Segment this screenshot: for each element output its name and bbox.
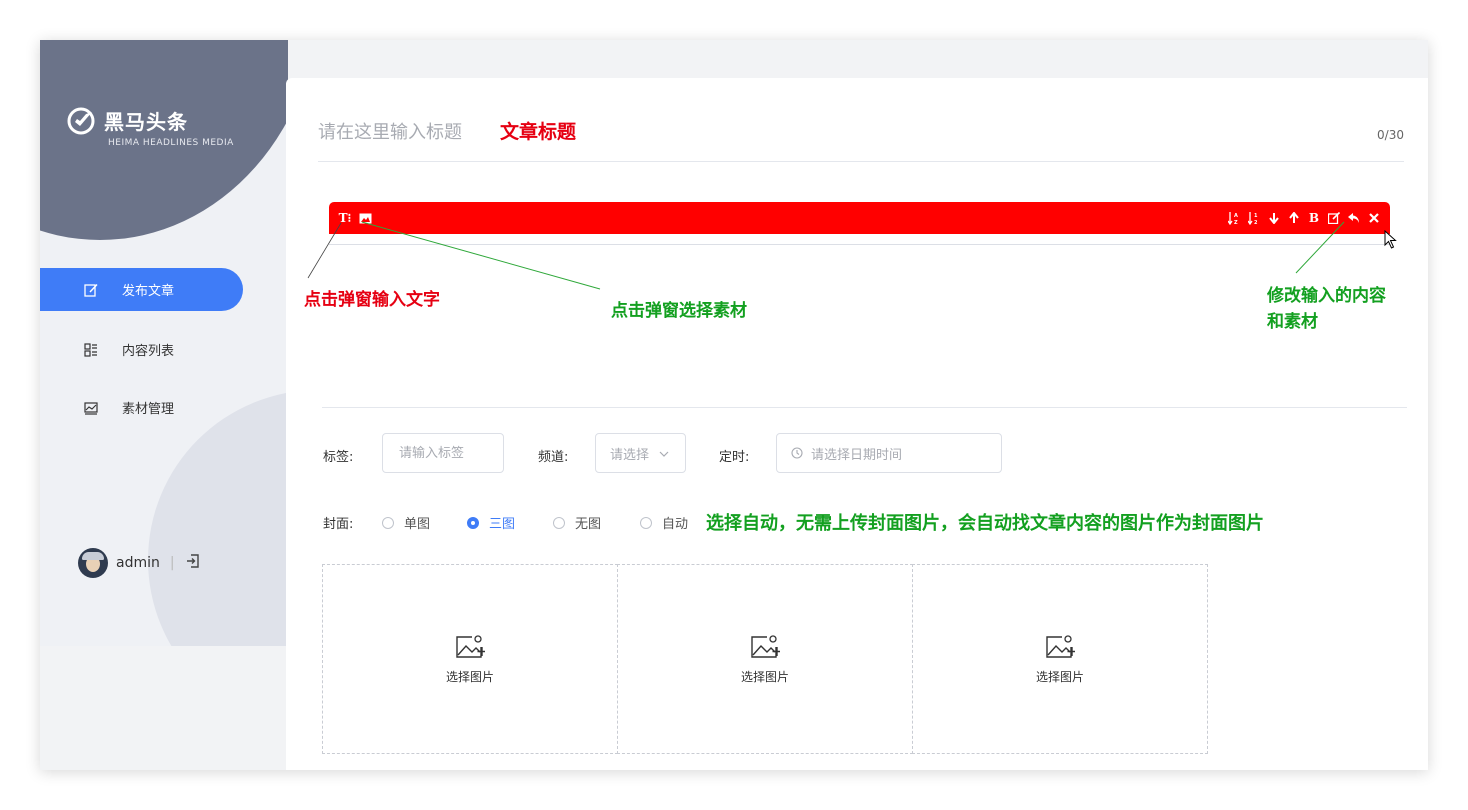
logo-title: 黑马头条: [104, 110, 188, 134]
sidebar-item-label: 素材管理: [122, 402, 175, 417]
channel-select-value: 请选择: [610, 447, 650, 463]
radio-label: 无图: [575, 517, 602, 532]
sidebar-item-materials[interactable]: 素材管理: [40, 386, 243, 429]
list-icon: [84, 342, 98, 357]
editor-content-area[interactable]: [329, 234, 1390, 245]
clock-icon: [791, 447, 803, 459]
edit-icon: [84, 283, 98, 297]
undo-icon[interactable]: [1346, 210, 1362, 226]
radio-label: 单图: [404, 517, 431, 532]
annotation-modify-line2: 和素材: [1267, 312, 1318, 332]
sidebar-item-label: 发布文章: [122, 284, 175, 299]
username: admin: [116, 555, 160, 571]
cover-upload-grid: 选择图片 选择图片 选择图片: [322, 564, 1208, 754]
article-meta-form: 标签: 频道: 请选择 定时: 请选择日期时间: [323, 433, 1423, 475]
channel-label: 频道:: [538, 450, 569, 465]
user-info: admin |: [78, 548, 201, 578]
datetime-picker[interactable]: 请选择日期时间: [776, 433, 1002, 473]
text-icon[interactable]: T⁝: [337, 210, 353, 226]
editor-toolbar: T⁝ AZ 12 B: [329, 202, 1390, 234]
tag-label: 标签:: [323, 450, 354, 465]
radio-icon: [382, 516, 394, 529]
add-image-icon: [751, 634, 780, 658]
cover-upload-3[interactable]: 选择图片: [912, 564, 1208, 754]
sort-az-icon[interactable]: AZ: [1226, 210, 1242, 226]
image-icon: [84, 401, 98, 415]
radio-label: 自动: [662, 517, 689, 532]
add-image-icon: [1046, 634, 1075, 658]
cover-upload-2[interactable]: 选择图片: [617, 564, 913, 754]
radio-icon: [640, 516, 652, 529]
sidebar: 黑马头条 HEIMA HEADLINES MEDIA 发布文章 内容列表 素材管…: [40, 40, 288, 646]
radio-label: 三图: [489, 517, 516, 532]
sidebar-item-label: 内容列表: [122, 344, 175, 359]
cover-radio-three[interactable]: 三图: [467, 513, 515, 532]
publish-article-panel: 请在这里输入标题 文章标题 0/30 T⁝ AZ 12 B 点击弹窗输入文字 点…: [286, 78, 1428, 770]
bold-icon[interactable]: B: [1306, 210, 1322, 226]
upload-label: 选择图片: [740, 669, 789, 684]
annotation-material-popup: 点击弹窗选择素材: [611, 301, 747, 321]
horse-logo-icon: [67, 107, 95, 135]
upload-label: 选择图片: [1035, 669, 1084, 684]
radio-checked-icon: [467, 516, 479, 529]
svg-text:Z: Z: [1234, 220, 1238, 225]
datetime-placeholder: 请选择日期时间: [811, 447, 903, 463]
title-field[interactable]: 请在这里输入标题 文章标题 0/30: [318, 118, 1404, 162]
add-image-icon: [456, 634, 485, 658]
app-window: 黑马头条 HEIMA HEADLINES MEDIA 发布文章 内容列表 素材管…: [40, 40, 1428, 770]
time-label: 定时:: [719, 450, 750, 465]
cover-radio-single[interactable]: 单图: [382, 513, 430, 532]
svg-text:2: 2: [1254, 220, 1258, 225]
close-icon[interactable]: [1366, 210, 1382, 226]
user-separator: |: [169, 555, 175, 571]
annotation-title: 文章标题: [500, 121, 577, 143]
channel-select[interactable]: 请选择: [595, 433, 686, 473]
radio-icon: [553, 516, 565, 529]
image-icon[interactable]: [357, 210, 373, 226]
tag-input[interactable]: [397, 444, 503, 462]
edit-icon[interactable]: [1326, 210, 1342, 226]
annotation-auto-cover: 选择自动，无需上传封面图片，会自动找文章内容的图片作为封面图片: [706, 513, 1264, 534]
logo-subtitle: HEIMA HEADLINES MEDIA: [108, 138, 234, 148]
arrow-down-icon[interactable]: [1266, 210, 1282, 226]
title-placeholder: 请在这里输入标题: [318, 122, 462, 143]
cover-options: 封面: 单图 三图 无图 自动 选择自动，无需上传封面图片，会自动找文章内容的图…: [323, 510, 1423, 540]
tag-input-wrapper: [382, 433, 504, 473]
svg-text:A: A: [1234, 213, 1238, 219]
annotation-modify-line1: 修改输入的内容: [1267, 286, 1386, 306]
divider: [322, 407, 1407, 408]
upload-label: 选择图片: [445, 669, 494, 684]
mouse-cursor-icon: [1384, 230, 1397, 249]
title-char-count: 0/30: [1377, 128, 1404, 142]
sidebar-item-content-list[interactable]: 内容列表: [40, 328, 243, 371]
avatar[interactable]: [78, 548, 108, 578]
cover-label: 封面:: [323, 517, 354, 532]
sidebar-item-publish[interactable]: 发布文章: [40, 268, 243, 311]
cover-radio-auto[interactable]: 自动: [640, 513, 688, 532]
sort-za-icon[interactable]: 12: [1246, 210, 1262, 226]
cover-radio-none[interactable]: 无图: [553, 513, 601, 532]
annotation-text-popup: 点击弹窗输入文字: [304, 290, 440, 310]
arrow-up-icon[interactable]: [1286, 210, 1302, 226]
cover-upload-1[interactable]: 选择图片: [322, 564, 618, 754]
logout-icon[interactable]: [185, 553, 201, 573]
chevron-down-icon: [659, 446, 669, 461]
svg-text:1: 1: [1254, 213, 1258, 219]
